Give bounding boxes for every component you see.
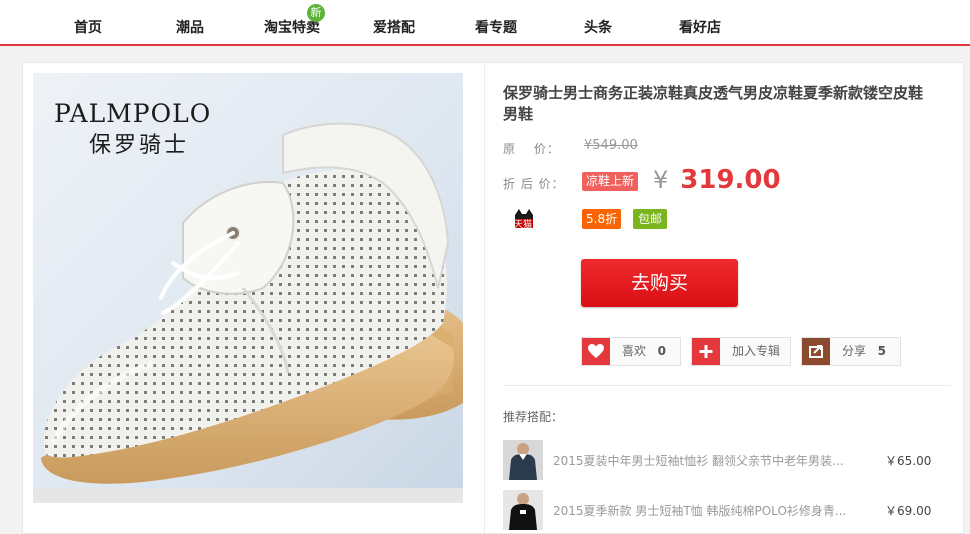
currency-symbol: ¥ [653, 166, 669, 194]
divider [503, 385, 951, 386]
like-label: 喜欢 [622, 344, 647, 358]
nav-item-good-shops[interactable]: 看好店 [678, 0, 722, 44]
original-price: ¥549.00 [584, 138, 638, 153]
promo-badge: 凉鞋上新 [582, 172, 639, 191]
top-nav: 首页 潮品 淘宝特卖 新 爱搭配 看专题 头条 看好店 [0, 0, 970, 46]
nav-item-home[interactable]: 首页 [73, 0, 103, 44]
list-item-price: ￥69.00 [885, 504, 932, 518]
free-shipping-badge: 包邮 [633, 209, 668, 229]
sale-price: ¥319.00 [653, 165, 781, 195]
share-icon [802, 338, 830, 365]
product-thumbnail[interactable] [503, 440, 543, 480]
product-image[interactable]: PALMPOLO 保罗骑士 [33, 73, 463, 503]
divider [484, 63, 485, 533]
share-label: 分享 [842, 344, 867, 358]
discount-badge: 5.8折 [582, 209, 622, 229]
nav-item-headlines[interactable]: 头条 [583, 0, 613, 44]
new-badge: 新 [307, 4, 325, 22]
tmall-label: 天猫 [514, 220, 533, 230]
nav-item-outfits[interactable]: 爱搭配 [372, 0, 416, 44]
add-to-album-button[interactable]: 加入专辑 [691, 337, 791, 366]
like-count: 0 [657, 344, 666, 358]
add-to-album-label: 加入专辑 [732, 344, 781, 358]
heart-icon [582, 338, 610, 365]
nav-item-trending[interactable]: 潮品 [175, 0, 205, 44]
like-button[interactable]: 喜欢 0 [581, 337, 681, 366]
list-item[interactable]: 2015夏季新款 男士短袖T恤 韩版纯棉POLO衫修身青... ￥69.00 [503, 490, 951, 530]
brand-logo-en: PALMPOLO [54, 99, 212, 128]
share-button[interactable]: 分享 5 [801, 337, 901, 366]
brand-logo-cn: 保罗骑士 [89, 133, 190, 158]
nav-item-topics[interactable]: 看专题 [474, 0, 518, 44]
buy-button[interactable]: 去购买 [581, 259, 738, 307]
share-count: 5 [877, 344, 886, 358]
sale-price-value: 319.00 [680, 165, 781, 195]
list-item-price: ￥65.00 [885, 454, 932, 468]
plus-icon [692, 338, 720, 365]
tmall-icon: 天猫 [513, 209, 535, 230]
recommend-title: 推荐搭配： [503, 410, 564, 424]
list-item-name[interactable]: 2015夏装中年男士短袖t恤衫 翻领父亲节中老年男装... [553, 452, 853, 469]
product-thumbnail[interactable] [503, 490, 543, 530]
product-title[interactable]: 保罗骑士男士商务正装凉鞋真皮透气男皮凉鞋夏季新款镂空皮鞋男鞋 [503, 83, 933, 125]
list-item[interactable]: 2015夏装中年男士短袖t恤衫 翻领父亲节中老年男装... ￥65.00 [503, 440, 951, 480]
product-card: PALMPOLO 保罗骑士 保罗骑士男士商务正装凉鞋真皮透气男皮凉鞋夏季新款镂空… [22, 62, 964, 534]
sale-price-label: 折 后 价： [503, 177, 565, 191]
list-item-name[interactable]: 2015夏季新款 男士短袖T恤 韩版纯棉POLO衫修身青... [553, 502, 853, 519]
original-price-label: 原 价： [503, 142, 560, 156]
